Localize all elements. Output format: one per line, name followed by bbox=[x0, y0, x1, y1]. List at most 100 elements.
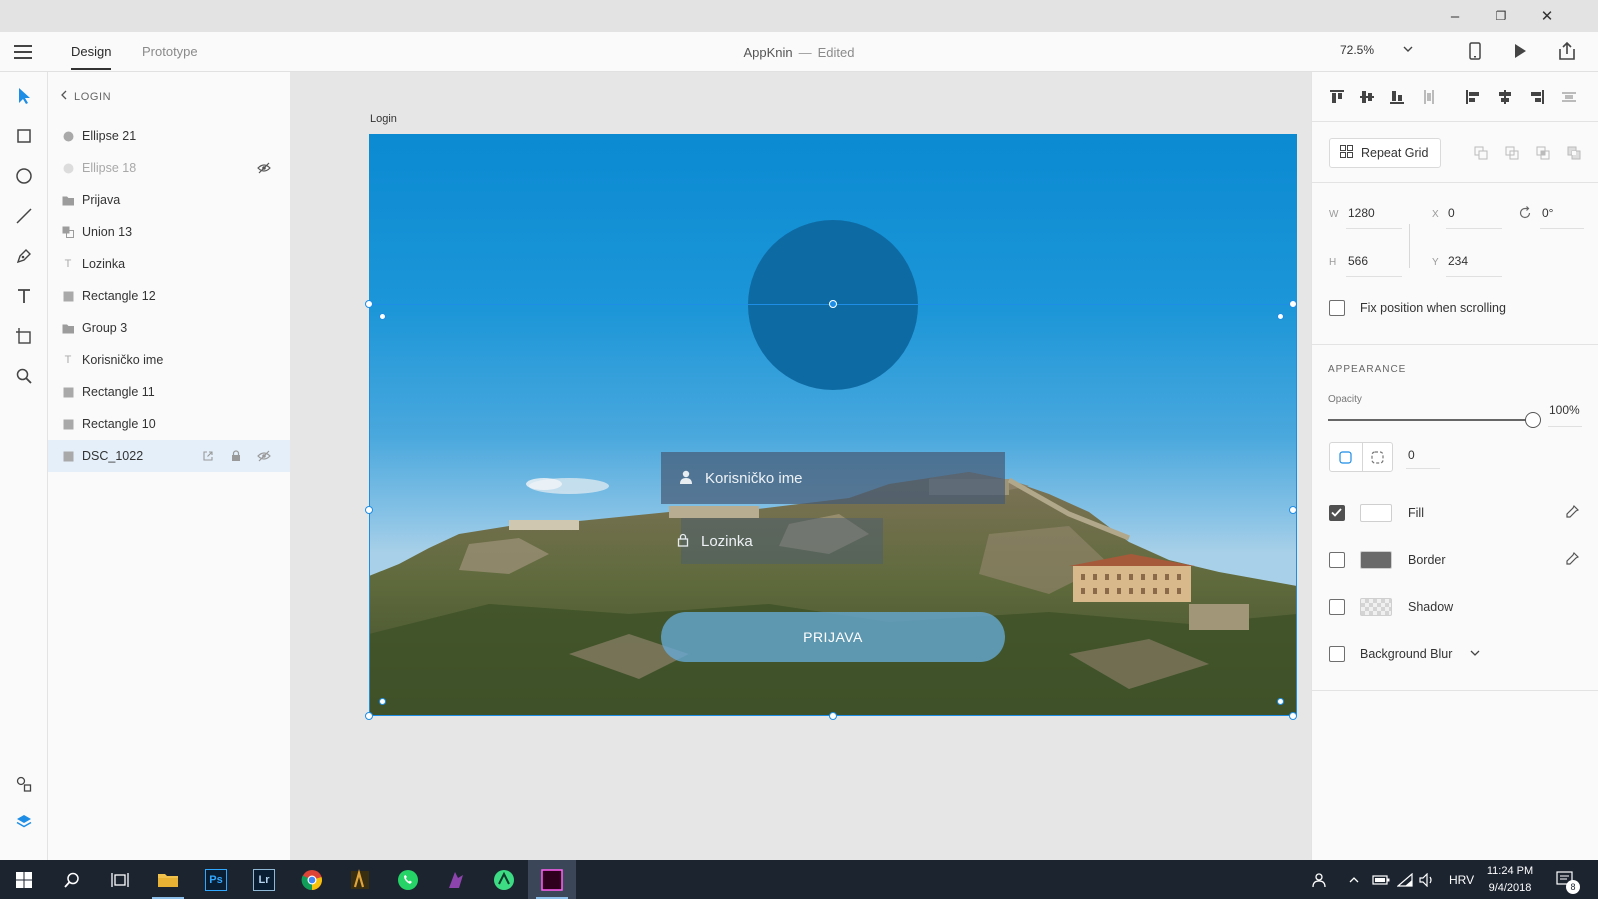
fill-color-swatch[interactable] bbox=[1360, 504, 1392, 522]
artboard-login[interactable]: Korisničko ime Lozinka PRIJAVA bbox=[369, 134, 1297, 716]
rectangle-tool-icon[interactable] bbox=[12, 124, 36, 148]
hidden-eye-icon[interactable] bbox=[256, 160, 272, 176]
search-icon[interactable] bbox=[48, 860, 96, 899]
username-input[interactable]: Korisničko ime bbox=[661, 452, 1005, 504]
aspect-lock-icon[interactable] bbox=[1402, 224, 1410, 268]
play-preview-icon[interactable] bbox=[1512, 42, 1528, 63]
android-studio-icon[interactable] bbox=[480, 860, 528, 899]
chrome-icon[interactable] bbox=[288, 860, 336, 899]
avatar-circle[interactable] bbox=[748, 220, 918, 390]
border-checkbox[interactable] bbox=[1329, 552, 1345, 568]
layer-row-korisnicko-ime[interactable]: T Korisničko ime bbox=[48, 344, 290, 376]
line-tool-icon[interactable] bbox=[12, 204, 36, 228]
height-input[interactable]: 566 bbox=[1348, 254, 1368, 268]
share-icon[interactable] bbox=[1558, 41, 1576, 64]
opacity-slider[interactable] bbox=[1328, 412, 1541, 428]
language-indicator[interactable]: HRV bbox=[1449, 860, 1474, 899]
restore-button[interactable]: ❐ bbox=[1478, 0, 1524, 32]
align-center-icon[interactable] bbox=[1496, 88, 1514, 106]
layer-row-rectangle-10[interactable]: Rectangle 10 bbox=[48, 408, 290, 440]
align-bottom-icon[interactable] bbox=[1388, 88, 1406, 106]
layer-row-union-13[interactable]: Union 13 bbox=[48, 216, 290, 248]
separate-corners-icon[interactable] bbox=[1371, 451, 1384, 467]
boolean-add-icon[interactable] bbox=[1472, 144, 1490, 162]
tab-prototype[interactable]: Prototype bbox=[142, 44, 198, 59]
shadow-color-swatch[interactable] bbox=[1360, 598, 1392, 616]
whatsapp-icon[interactable] bbox=[384, 860, 432, 899]
visibility-eye-icon[interactable] bbox=[256, 448, 272, 464]
wifi-icon[interactable] bbox=[1397, 860, 1413, 899]
layer-row-lozinka[interactable]: T Lozinka bbox=[48, 248, 290, 280]
layer-row-prijava[interactable]: Prijava bbox=[48, 184, 290, 216]
fix-position-checkbox[interactable] bbox=[1329, 300, 1345, 316]
bridge-icon[interactable] bbox=[336, 860, 384, 899]
fill-eyedropper-icon[interactable] bbox=[1564, 504, 1580, 523]
windows-start-icon[interactable] bbox=[0, 860, 48, 899]
hamburger-menu-icon[interactable] bbox=[14, 44, 32, 60]
fill-checkbox[interactable] bbox=[1329, 505, 1345, 521]
corner-radius-input[interactable]: 0 bbox=[1408, 448, 1415, 462]
photoshop-icon[interactable]: Ps bbox=[192, 860, 240, 899]
zoom-chevron-down-icon[interactable] bbox=[1402, 42, 1414, 59]
pen-tool-icon[interactable] bbox=[12, 244, 36, 268]
layers-back-button[interactable]: LOGIN bbox=[60, 90, 111, 103]
shadow-checkbox[interactable] bbox=[1329, 599, 1345, 615]
select-tool-icon[interactable] bbox=[12, 84, 36, 108]
artboard-tool-icon[interactable] bbox=[12, 324, 36, 348]
ellipse-tool-icon[interactable] bbox=[12, 164, 36, 188]
tab-design[interactable]: Design bbox=[71, 44, 112, 70]
layer-row-rectangle-11[interactable]: Rectangle 11 bbox=[48, 376, 290, 408]
zoom-tool-icon[interactable] bbox=[12, 364, 36, 388]
action-center-icon[interactable]: 8 bbox=[1556, 860, 1580, 899]
layer-row-ellipse-21[interactable]: Ellipse 21 bbox=[48, 120, 290, 152]
xd-icon[interactable] bbox=[528, 860, 576, 899]
external-link-icon[interactable] bbox=[200, 448, 216, 464]
close-button[interactable]: ✕ bbox=[1524, 0, 1570, 32]
boolean-exclude-icon[interactable] bbox=[1565, 144, 1583, 162]
boolean-subtract-icon[interactable] bbox=[1503, 144, 1521, 162]
repeat-grid-button[interactable]: Repeat Grid bbox=[1329, 138, 1441, 168]
tray-chevron-up-icon[interactable] bbox=[1348, 860, 1360, 899]
zoom-level[interactable]: 72.5% bbox=[1340, 43, 1374, 57]
width-input[interactable]: 1280 bbox=[1348, 206, 1375, 220]
boolean-intersect-icon[interactable] bbox=[1534, 144, 1552, 162]
lock-icon[interactable] bbox=[228, 448, 244, 464]
layer-row-dsc-1022[interactable]: DSC_1022 bbox=[48, 440, 290, 472]
lightroom-icon[interactable]: Lr bbox=[240, 860, 288, 899]
device-preview-icon[interactable] bbox=[1468, 42, 1482, 63]
clock[interactable]: 11:24 PM 9/4/2018 bbox=[1480, 860, 1540, 899]
text-tool-icon[interactable] bbox=[12, 284, 36, 308]
file-explorer-icon[interactable] bbox=[144, 860, 192, 899]
background-blur-checkbox[interactable] bbox=[1329, 646, 1345, 662]
rotation-input[interactable]: 0° bbox=[1542, 206, 1553, 220]
distribute-horizontal-icon[interactable] bbox=[1560, 88, 1578, 106]
blur-type-chevron-down-icon[interactable] bbox=[1469, 647, 1481, 662]
layers-icon[interactable] bbox=[12, 810, 36, 834]
artboard-name[interactable]: Login bbox=[370, 113, 397, 125]
x-input[interactable]: 0 bbox=[1448, 206, 1455, 220]
opacity-value[interactable]: 100% bbox=[1549, 403, 1580, 417]
layer-row-ellipse-18[interactable]: Ellipse 18 bbox=[48, 152, 290, 184]
login-button[interactable]: PRIJAVA bbox=[661, 612, 1005, 662]
design-canvas[interactable]: Login Korisničko ime Lozinka PRIJAVA bbox=[290, 72, 1308, 860]
align-right-icon[interactable] bbox=[1528, 88, 1546, 106]
border-color-swatch[interactable] bbox=[1360, 551, 1392, 569]
volume-icon[interactable] bbox=[1419, 860, 1435, 899]
password-input[interactable]: Lozinka bbox=[677, 518, 883, 564]
app-icon[interactable] bbox=[432, 860, 480, 899]
opacity-slider-thumb[interactable] bbox=[1525, 412, 1541, 428]
align-middle-icon[interactable] bbox=[1358, 88, 1376, 106]
layer-row-group-3[interactable]: Group 3 bbox=[48, 312, 290, 344]
distribute-vertical-icon[interactable] bbox=[1420, 88, 1438, 106]
y-input[interactable]: 234 bbox=[1448, 254, 1468, 268]
minimize-button[interactable]: – bbox=[1432, 0, 1478, 32]
align-top-icon[interactable] bbox=[1328, 88, 1346, 106]
corner-radius-mode-toggle[interactable] bbox=[1329, 442, 1393, 472]
uniform-corners-icon[interactable] bbox=[1339, 451, 1352, 467]
task-view-icon[interactable] bbox=[96, 860, 144, 899]
assets-icon[interactable] bbox=[12, 772, 36, 796]
border-eyedropper-icon[interactable] bbox=[1564, 551, 1580, 570]
align-left-icon[interactable] bbox=[1464, 88, 1482, 106]
people-icon[interactable] bbox=[1312, 860, 1330, 899]
battery-icon[interactable] bbox=[1372, 860, 1390, 899]
